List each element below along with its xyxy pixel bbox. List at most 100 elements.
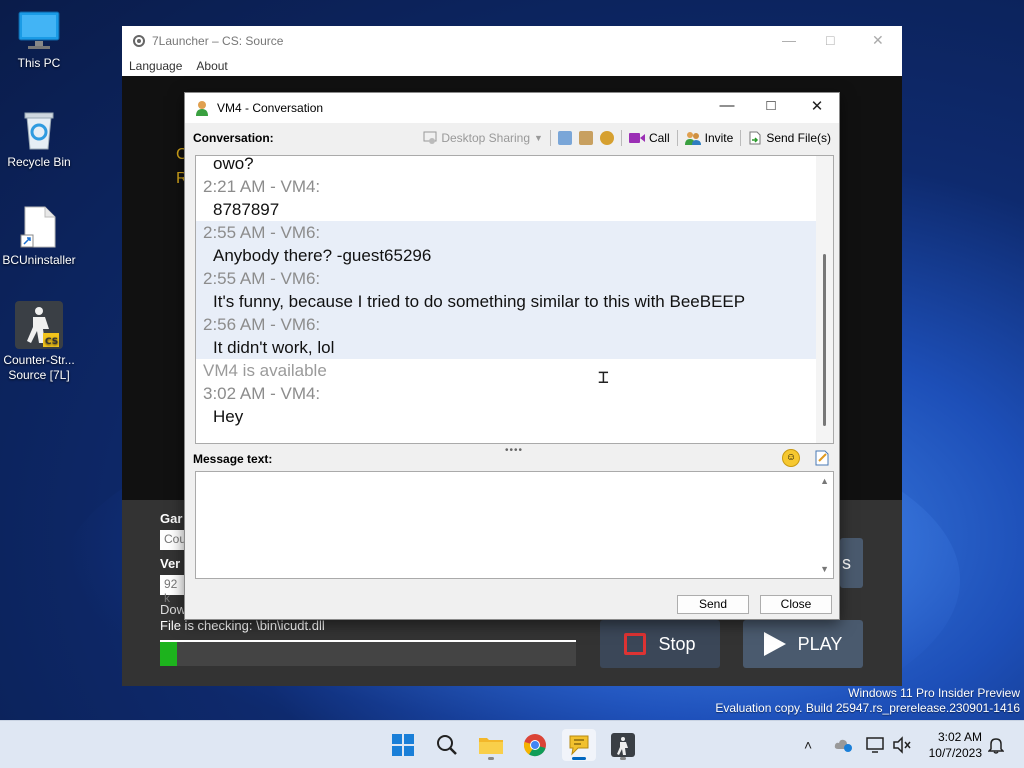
chat-scrollbar[interactable] [816,156,833,443]
chat-message-header: 3:02 AM - VM4: [203,384,321,403]
menu-about[interactable]: About [196,59,227,73]
active-indicator [572,757,586,760]
evaluation-watermark: Windows 11 Pro Insider Preview Evaluatio… [715,686,1020,716]
desktop-icon-label: Source [7L] [8,368,70,382]
stop-button[interactable]: Stop [600,620,720,668]
toolbar-separator [740,130,742,146]
display-tray-button[interactable] [866,721,886,768]
call-button[interactable]: Call [628,131,670,145]
windows-logo-icon [392,734,414,756]
video-camera-icon [628,133,645,143]
settings-gear-icon[interactable] [599,131,614,145]
stop-icon [624,633,647,655]
close-button[interactable]: ✕ [872,32,884,49]
text-cursor-icon: ⌶ [598,367,609,388]
running-indicator [620,757,626,760]
folder-icon [479,738,503,754]
chat-message-header: 2:55 AM - VM6: [196,267,816,290]
message-input[interactable] [202,478,812,572]
cloud-info-icon [834,739,852,752]
play-icon [763,632,786,656]
attach-note-icon[interactable] [813,449,831,467]
invite-users-icon [684,132,701,145]
clear-chat-icon[interactable] [578,131,593,145]
minimize-button[interactable]: — [717,97,737,114]
download-progress-bar [160,640,576,666]
monitor-icon [866,737,884,753]
bcuninstaller-icon [20,206,56,248]
play-button[interactable]: PLAY [743,620,863,668]
maximize-button[interactable]: □ [826,32,834,48]
close-conversation-button[interactable]: Close [760,595,832,614]
clock-time: 3:02 AM [937,730,982,744]
network-tray-button[interactable] [834,721,854,768]
watermark-line: Windows 11 Pro Insider Preview [848,686,1020,700]
chevron-up-icon: ˄ [804,737,813,753]
scroll-down-icon[interactable]: ▼ [820,564,829,574]
message-input-box[interactable]: ▲ ▼ [195,471,834,579]
download-progress-fill [160,642,177,666]
desktop-icon-label: BCUninstaller [2,253,76,267]
call-label: Call [648,131,670,145]
invite-button[interactable]: Invite [684,131,734,145]
desktop-icon-label: This PC [17,56,61,70]
conversation-window: VM4 - Conversation — □ ✕ Conversation: D… [184,92,840,620]
invite-label: Invite [704,131,734,145]
desktop-sharing-button[interactable]: Desktop Sharing ▼ [423,131,543,145]
menu-language[interactable]: Language [129,59,182,73]
clock[interactable]: 3:02 AM 10/7/2023 [929,729,982,761]
desktop-icon-bcuninstaller[interactable]: BCUninstaller [1,205,77,268]
desktop-icon-this-pc[interactable]: This PC [1,10,77,71]
side-button-label: s [842,552,851,573]
send-files-button[interactable]: Send File(s) [748,131,831,145]
stop-label: Stop [658,633,696,654]
desktop-sharing-icon [423,131,437,144]
launcher-titlebar: 7Launcher – CS: Source — □ ✕ [122,26,902,56]
chat-scrollbar-thumb[interactable] [823,254,826,426]
counter-strike-icon [611,733,635,757]
volume-tray-button[interactable] [892,721,912,768]
file-explorer-button[interactable] [474,729,508,761]
game-label: Gar [160,511,183,526]
launcher-title: 7Launcher – CS: Source [152,34,284,48]
chat-message-body: owo? [213,155,254,173]
chevron-down-icon: ▼ [534,133,543,143]
emoji-icon[interactable]: ☺ [782,449,800,467]
minimize-button[interactable]: — [782,32,796,48]
bell-icon [988,738,1004,754]
volume-muted-icon [893,736,911,754]
desktop-icon-recycle-bin[interactable]: Recycle Bin [1,107,77,170]
launcher-side-button[interactable]: s [840,538,863,588]
beebeep-button[interactable] [562,729,596,761]
scroll-up-icon[interactable]: ▲ [820,476,829,486]
counter-strike-taskbar-button[interactable] [606,729,640,761]
close-button[interactable]: ✕ [807,97,827,115]
send-files-label: Send File(s) [766,131,831,145]
desktop-sharing-label: Desktop Sharing [441,131,531,145]
running-indicator [488,757,494,760]
file-check-status: File is checking: \bin\icudt.dll [160,618,325,633]
user-icon [196,101,208,116]
version-label: Ver [160,556,181,571]
chat-message-header: 2:56 AM - VM6: [196,313,816,336]
chat-message-body: It didn't work, lol [196,336,816,359]
chrome-icon [523,734,546,757]
watermark-line: Evaluation copy. Build 25947.rs_prerelea… [715,701,1020,715]
send-button[interactable]: Send [677,595,749,614]
notifications-button[interactable] [988,721,1004,768]
toolbar-separator [549,130,551,146]
save-chat-icon[interactable] [557,131,572,145]
gear-icon [133,35,145,47]
conversation-label: Conversation: [193,131,274,145]
search-button[interactable] [430,729,464,761]
tray-overflow-button[interactable]: ˄ [804,721,812,768]
splitter-handle[interactable]: •••• [505,445,523,456]
chat-message-body: 8787897 [213,200,280,219]
maximize-button[interactable]: □ [761,97,781,114]
start-button[interactable] [386,729,420,761]
chrome-button[interactable] [518,729,552,761]
desktop-icon-label: Counter-Str... [3,353,75,367]
chat-message-list: owo? 2:21 AM - VM4: 8787897 2:55 AM - VM… [196,155,816,428]
desktop-icon-counter-strike[interactable]: CS Counter-Str... Source [7L] [1,301,77,383]
chat-history[interactable]: owo? 2:21 AM - VM4: 8787897 2:55 AM - VM… [195,155,834,444]
